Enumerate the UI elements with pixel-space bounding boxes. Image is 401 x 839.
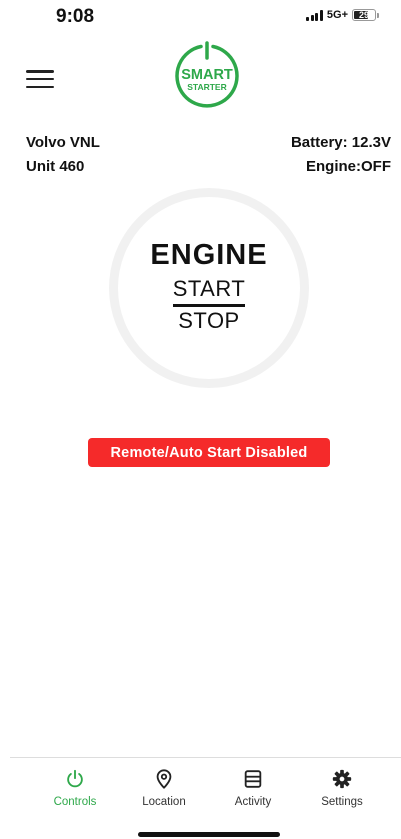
tab-label-location: Location <box>142 796 186 808</box>
remote-start-disabled-badge: Remote/Auto Start Disabled <box>88 438 330 467</box>
vehicle-unit: Unit 460 <box>26 158 85 175</box>
vehicle-model: Volvo VNL <box>26 134 100 151</box>
smart-starter-logo: SMART STARTER <box>172 40 242 110</box>
activity-list-icon <box>244 770 262 788</box>
engine-start-label: START <box>172 275 246 301</box>
status-indicators: 5G+ 29 <box>306 9 379 21</box>
logo-line1: SMART <box>181 67 233 83</box>
battery-level: 29 <box>358 10 369 20</box>
engine-title: ENGINE <box>150 238 268 271</box>
engine-stop-label: STOP <box>178 307 240 333</box>
engine-divider <box>173 303 245 307</box>
logo-graphic: SMART STARTER <box>175 41 239 108</box>
status-time: 9:08 <box>56 6 95 27</box>
vehicle-info: Volvo VNL Unit 460 <box>26 131 100 179</box>
status-bar: 9:08 5G+ 29 <box>0 0 401 36</box>
battery-tip <box>377 12 379 18</box>
engine-status: Engine:OFF <box>306 158 391 175</box>
location-pin-icon <box>156 769 172 789</box>
home-indicator[interactable] <box>138 832 280 837</box>
vehicle-status: Battery: 12.3V Engine:OFF <box>291 131 391 179</box>
tab-controls[interactable]: Controls <box>30 768 120 808</box>
tab-location[interactable]: Location <box>119 768 209 808</box>
tab-settings[interactable]: Settings <box>297 768 387 808</box>
tab-activity[interactable]: Activity <box>208 768 298 808</box>
menu-icon[interactable] <box>26 68 54 90</box>
engine-start-stop-button[interactable]: ENGINE START STOP <box>109 188 309 388</box>
tab-label-controls: Controls <box>53 796 97 808</box>
bottom-tab-bar: Controls Location Activity Settings <box>10 757 401 818</box>
tab-label-activity: Activity <box>234 796 272 808</box>
tab-label-settings: Settings <box>321 796 363 808</box>
network-label: 5G+ <box>326 9 348 21</box>
battery-icon: 29 <box>352 9 376 21</box>
battery-voltage: Battery: 12.3V <box>290 134 391 151</box>
logo-line2: STARTER <box>187 82 227 92</box>
gear-icon <box>332 769 352 789</box>
power-icon <box>67 769 83 788</box>
signal-icon <box>306 9 323 21</box>
